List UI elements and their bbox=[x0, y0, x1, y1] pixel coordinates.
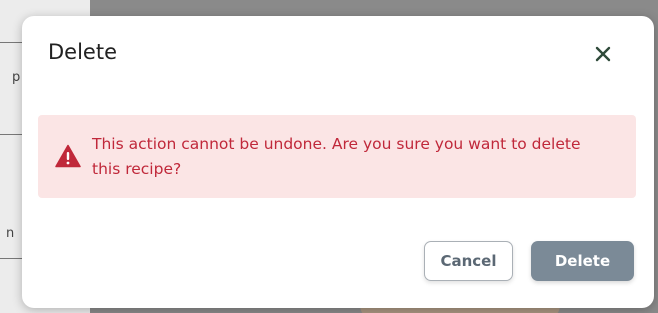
delete-button[interactable]: Delete bbox=[531, 241, 634, 281]
cancel-button[interactable]: Cancel bbox=[424, 241, 513, 281]
background-text-fragment: p bbox=[12, 70, 21, 85]
dialog-title: Delete bbox=[48, 40, 117, 64]
background-text-fragment: n bbox=[6, 226, 15, 241]
delete-dialog: Delete This action cannot be undone. Are… bbox=[22, 16, 654, 308]
alert-message: This action cannot be undone. Are you su… bbox=[92, 135, 581, 178]
warning-triangle-icon bbox=[55, 144, 81, 168]
close-icon bbox=[595, 46, 611, 62]
close-button[interactable] bbox=[590, 41, 616, 67]
warning-alert: This action cannot be undone. Are you su… bbox=[38, 115, 636, 198]
